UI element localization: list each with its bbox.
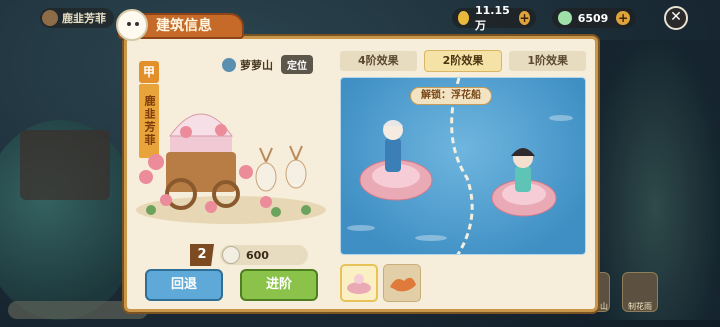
gold-value: 11.15万: [475, 3, 510, 32]
upgrade-cost-row: 2 600: [190, 244, 308, 266]
jade-coin-icon: [558, 11, 572, 25]
panel-title-tab: 建筑信息: [116, 9, 244, 41]
player-avatar: [42, 10, 58, 26]
player-badge[interactable]: 鹿韭芳菲: [40, 8, 114, 28]
seed-icon: [222, 246, 240, 264]
level-badge: 2: [190, 244, 214, 266]
add-jade-button[interactable]: +: [616, 11, 630, 25]
side-menu-item-flower-rain[interactable]: 制花雨: [622, 272, 658, 312]
advance-button[interactable]: 进阶: [240, 269, 318, 301]
effect-tabs: 4阶效果 2阶效果 1阶效果: [340, 51, 587, 71]
locate-button[interactable]: 定位: [281, 55, 313, 74]
back-button[interactable]: 回退: [145, 269, 223, 301]
effect-thumbnail-dragon[interactable]: [383, 264, 421, 302]
cost-value: 600: [246, 248, 269, 262]
tab-tier-2-effect[interactable]: 2阶效果: [424, 51, 502, 71]
rank-badge: 甲: [139, 61, 159, 83]
unlock-label: 解锁：浮花船: [410, 87, 492, 105]
cost-box: 600: [220, 245, 308, 265]
building-illustration: [136, 113, 326, 224]
tab-tier-1-effect[interactable]: 1阶效果: [509, 51, 587, 71]
background-house: [20, 130, 110, 200]
panel-title: 建筑信息: [156, 18, 212, 34]
location-name: 萝萝山: [240, 58, 273, 72]
jade-resource: 6509 +: [552, 8, 636, 28]
close-button[interactable]: ✕: [664, 6, 688, 30]
player-name: 鹿韭芳菲: [62, 12, 106, 25]
dragon-icon: [390, 277, 416, 292]
tab-tier-4-effect[interactable]: 4阶效果: [340, 51, 417, 71]
gold-resource: 11.15万 +: [452, 4, 536, 32]
add-gold-button[interactable]: +: [519, 11, 530, 25]
jade-value: 6509: [577, 11, 609, 25]
mountain-icon: [222, 57, 236, 72]
location-row: 萝萝山 定位: [222, 55, 313, 74]
effect-thumbnail-flower-boat[interactable]: [340, 264, 378, 302]
flower-boat-icon: [347, 274, 371, 294]
gold-coin-icon: [458, 11, 469, 25]
ghost-mascot-icon: [116, 9, 148, 41]
